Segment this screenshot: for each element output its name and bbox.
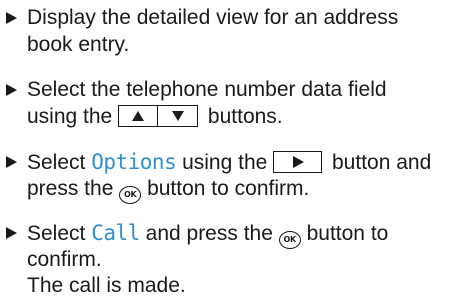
step-1-line-2: book entry. bbox=[27, 33, 130, 56]
bullet-arrow-icon bbox=[6, 227, 17, 239]
step-3-line-1-before: Select bbox=[27, 151, 86, 174]
bullet-arrow-icon bbox=[6, 84, 17, 96]
step-3-line-2-before: press the bbox=[27, 177, 114, 200]
down-button bbox=[158, 105, 199, 127]
step-4-line-1-mid: and press the bbox=[145, 222, 273, 245]
step-2-line-2-before: using the bbox=[27, 105, 113, 128]
bullet-arrow-icon bbox=[6, 156, 17, 168]
step-4-line-1-before: Select bbox=[27, 222, 86, 245]
step-3-line-2: press the OK button to confirm. bbox=[27, 176, 309, 204]
step-3-line-1-after: button and bbox=[332, 151, 432, 174]
step-2-line-2: using the buttons. bbox=[27, 104, 283, 130]
ok-button-icon: OK bbox=[278, 231, 301, 249]
step-4-result: The call is made. bbox=[27, 274, 186, 297]
step-2-line-2-after: buttons. bbox=[207, 105, 283, 128]
step-1-line-1: Display the detailed view for an address bbox=[27, 6, 399, 29]
bullet-arrow-icon bbox=[6, 12, 17, 24]
right-button bbox=[273, 151, 323, 173]
step-4-line-1-after: button to bbox=[306, 222, 389, 245]
right-arrow-icon bbox=[292, 156, 304, 168]
step-3-line-2-after: button to confirm. bbox=[147, 177, 310, 200]
call-keyword: Call bbox=[91, 221, 140, 245]
step-4-line-1: Select Call and press the OK button to bbox=[27, 220, 388, 249]
down-arrow-icon bbox=[171, 111, 184, 121]
step-3-line-1: Select Options using the button and bbox=[27, 149, 431, 176]
ok-button-icon: OK bbox=[119, 186, 142, 204]
step-2-line-1: Select the telephone number data field bbox=[27, 78, 387, 101]
instruction-page: Display the detailed view for an address… bbox=[0, 0, 466, 297]
step-4-line-2: confirm. bbox=[27, 248, 102, 271]
step-3-line-1-mid: using the bbox=[182, 151, 268, 174]
up-arrow-icon bbox=[132, 111, 145, 121]
up-button bbox=[118, 105, 159, 127]
options-keyword: Options bbox=[91, 150, 177, 174]
